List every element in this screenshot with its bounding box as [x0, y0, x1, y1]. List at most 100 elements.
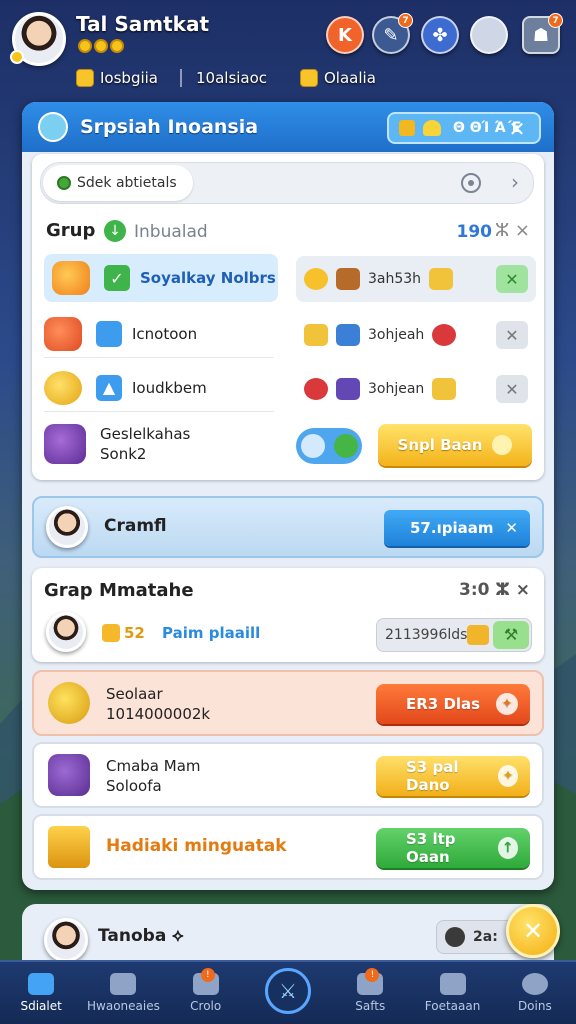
match-pill[interactable]: 2113996lds ⚒: [376, 618, 532, 652]
objective-item[interactable]: ✓ Soyalkay Nolbrs: [44, 254, 278, 302]
lock-icon[interactable]: ▲: [96, 374, 122, 401]
close-icon[interactable]: ✕: [496, 321, 528, 349]
toggle-pair[interactable]: [296, 428, 362, 464]
friend-avatar: [44, 918, 88, 962]
title-resource-pill[interactable]: Θ ΘΊ Ά΄Ε ✕: [387, 112, 541, 144]
nav-tools[interactable]: Hwaoneaies: [82, 962, 164, 1024]
claim-button[interactable]: S3 pal Dano ✦: [376, 756, 530, 796]
download-icon[interactable]: ↓: [104, 220, 126, 242]
claim-button-label: S3 ltp Oaan: [406, 830, 456, 866]
coin-icon: [304, 268, 328, 290]
stat-gems[interactable]: Olaalia: [300, 69, 376, 87]
group-tools[interactable]: ⵣ ×: [495, 220, 530, 241]
user-menu-button[interactable]: ☗ 7: [522, 13, 563, 54]
nav-center-play[interactable]: ⚔: [247, 962, 329, 1024]
target-icon[interactable]: [461, 173, 481, 193]
search-chip-label: Sdek abtietals: [77, 175, 177, 191]
nav-label: Crolo: [190, 999, 222, 1013]
objective-label: Soyalkay Nolbrs: [140, 269, 276, 287]
group-match-meta[interactable]: 3:0 ⵣ ×: [459, 580, 530, 600]
friend-name: Tanoba ⟡: [98, 926, 184, 946]
checkbox-icon[interactable]: [96, 320, 122, 347]
crew-avatar: [46, 506, 88, 548]
reward-card-label: Hadiaki minguatak: [106, 836, 287, 856]
claim-button-label: S3 pal Dano: [406, 758, 459, 794]
group-count: 190: [456, 222, 493, 242]
crate-icon: [429, 268, 454, 290]
main-panel: Srpsiah Inoansia Θ ΘΊ Ά΄Ε ✕ Sdek abtieta…: [22, 102, 554, 890]
nav-shop[interactable]: ! Safts: [329, 962, 411, 1024]
notification-badge: 7: [548, 13, 563, 28]
reward-label: 3ohjean: [368, 381, 425, 397]
start-button[interactable]: Snpl Baan: [378, 424, 532, 466]
close-icon[interactable]: ✕: [505, 519, 518, 537]
settings-icon[interactable]: [300, 434, 325, 458]
nav-label: Safts: [355, 999, 386, 1013]
stat-points: 10alsiaoc: [180, 69, 267, 87]
objective-label: Icnotoon: [132, 324, 198, 343]
arrow-up-icon: ↑: [497, 837, 518, 859]
puzzle-button[interactable]: ✤: [421, 16, 459, 54]
objective-item[interactable]: ▲ Ioudkbem: [44, 364, 274, 412]
nav-more[interactable]: Doins: [494, 962, 576, 1024]
banana-icon: [304, 324, 328, 346]
card-icon: [336, 378, 360, 400]
swords-icon: ⚔: [264, 968, 311, 1014]
checkbox-checked-icon[interactable]: ✓: [104, 265, 130, 291]
search-chip[interactable]: Sdek abtietals: [43, 165, 193, 201]
coin-icon: [110, 39, 124, 53]
crew-button[interactable]: 57.ıpiaam ✕: [384, 510, 530, 546]
calendar-icon: [439, 973, 466, 995]
claim-button[interactable]: ER3 Dlas ✦: [376, 684, 530, 724]
tools-button[interactable]: ✎ 7: [372, 13, 413, 54]
crate-icon: [467, 625, 489, 645]
home-icon: [28, 973, 55, 995]
objective-item[interactable]: Geslelkahas Sonk2: [44, 420, 284, 468]
claim-button[interactable]: S3 ltp Oaan ↑: [376, 828, 530, 868]
reward-row[interactable]: 3ah53h ✕: [296, 256, 536, 302]
objective-label: Geslelkahas Sonk2: [100, 425, 191, 463]
crew-button-label: 57.ıpiaam: [410, 519, 494, 537]
sparkle-fab-button[interactable]: ✕: [506, 904, 560, 958]
circle-icon: [521, 973, 548, 995]
coin-stack-icon: [76, 69, 94, 87]
potion-barrel-icon: [44, 424, 86, 464]
sparkle-icon: ✦: [496, 693, 518, 715]
crew-name: Cramfl: [104, 516, 167, 536]
match-avatar: [46, 612, 86, 652]
match-subtitle: Paim plaaill: [162, 624, 261, 642]
group-match-card: Grap Mmatahe 3:0 ⵣ × 52 Paim plaaill 211…: [32, 568, 544, 662]
friend-pill-text: 2a:: [473, 929, 498, 945]
reward-card: Cmaba Mam Soloofa S3 pal Dano ✦: [32, 742, 544, 808]
map-icon: [38, 112, 68, 142]
coin-icon: [78, 39, 92, 53]
profile-k-button[interactable]: K: [326, 16, 364, 54]
reward-card: Seolaar 1014000002k ER3 Dlas ✦: [32, 670, 544, 736]
hammer-icon[interactable]: ⚒: [493, 621, 529, 649]
friend-avatar-button[interactable]: [470, 16, 508, 54]
tools-icon: [110, 973, 137, 995]
reward-row[interactable]: 3ohjean ✕: [296, 366, 536, 412]
search-bar[interactable]: Sdek abtietals ›: [40, 162, 534, 204]
gift-icon: [102, 624, 120, 642]
match-pill-text: 2113996lds: [385, 627, 468, 643]
leaf-icon[interactable]: [333, 434, 358, 458]
reward-card-label: Seolaar 1014000002k: [106, 685, 211, 723]
bottom-actions: Snpl Baan: [296, 422, 536, 468]
nav-home[interactable]: Sdialet: [0, 962, 82, 1024]
close-icon[interactable]: ✕: [496, 265, 528, 293]
trophy-icon: [399, 120, 415, 136]
crew-banner[interactable]: Cramfl 57.ıpiaam ✕: [32, 496, 544, 558]
top-header: Tal Samtkat Iosbgiia 10alsiaoc Olaalia K…: [0, 0, 576, 100]
group-match-title: Grap Mmatahe: [44, 580, 194, 601]
coin-icon: [94, 39, 108, 53]
stat-coins[interactable]: Iosbgiia: [76, 69, 158, 87]
chevron-right-icon[interactable]: ›: [511, 170, 519, 194]
close-icon[interactable]: ✕: [496, 375, 528, 403]
sparkle-icon: ✦: [498, 765, 518, 787]
nav-events[interactable]: Foetaaan: [411, 962, 493, 1024]
objective-item[interactable]: Icnotoon: [44, 310, 274, 358]
reward-row[interactable]: 3ohjeah ✕: [296, 312, 536, 358]
close-icon[interactable]: ✕: [503, 117, 531, 141]
nav-crew[interactable]: ! Crolo: [165, 962, 247, 1024]
